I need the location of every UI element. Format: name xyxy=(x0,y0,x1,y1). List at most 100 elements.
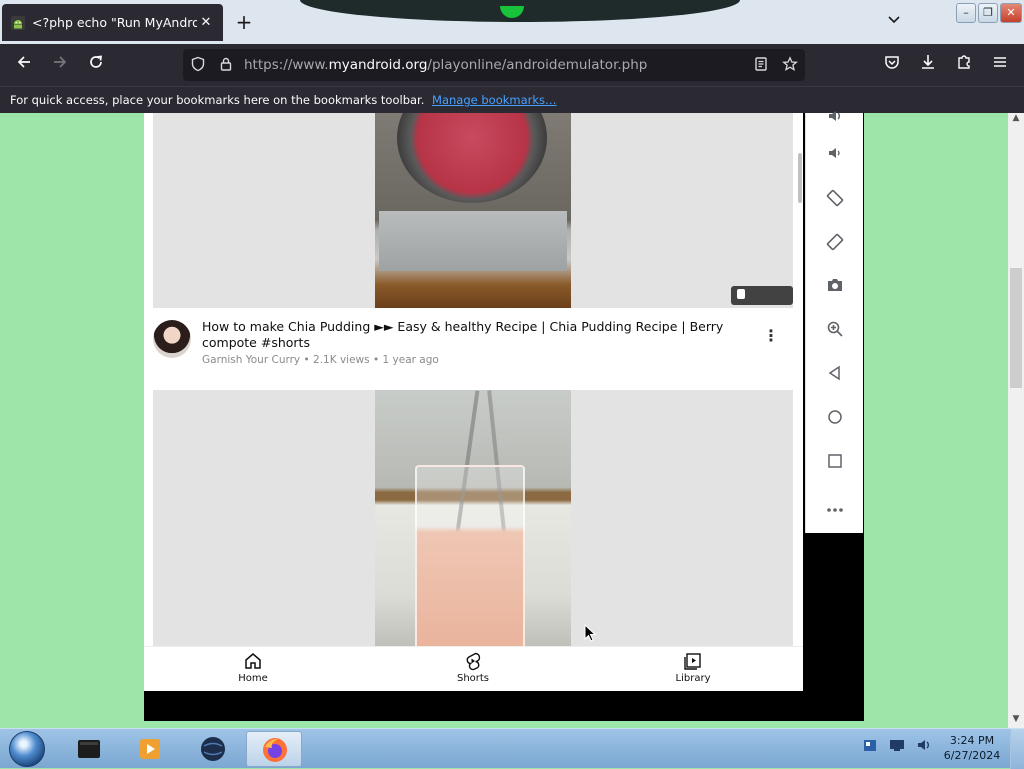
library-icon xyxy=(684,653,701,670)
close-window-button[interactable]: ✕ xyxy=(1000,3,1022,23)
rotate-left-icon[interactable] xyxy=(823,188,847,212)
volume-down-icon[interactable] xyxy=(823,144,847,168)
overview-square-icon[interactable] xyxy=(823,452,847,476)
nav-library[interactable]: Library xyxy=(653,651,733,684)
video-frame-image xyxy=(375,113,571,308)
volume-up-icon[interactable] xyxy=(823,107,847,131)
minimize-window-button[interactable]: – xyxy=(956,3,976,23)
video-subtitle: Garnish Your Curry • 2.1K views • 1 year… xyxy=(202,354,439,366)
nav-home[interactable]: Home xyxy=(213,651,293,684)
shorts-icon xyxy=(466,652,481,671)
start-button[interactable] xyxy=(6,729,48,769)
more-options-icon[interactable]: ⋮ xyxy=(763,325,779,347)
meta-separator: • xyxy=(303,354,310,366)
download-icon xyxy=(922,55,934,69)
list-all-tabs-button[interactable] xyxy=(884,12,904,32)
url-text[interactable]: https://www.myandroid.org/playonline/and… xyxy=(244,57,647,73)
hamburger-menu-icon xyxy=(994,57,1006,67)
meta-separator: • xyxy=(372,354,380,366)
reload-button[interactable] xyxy=(84,53,108,77)
glass-image-part xyxy=(415,465,525,646)
bowl-image-part xyxy=(397,113,547,203)
tray-network-icon[interactable] xyxy=(889,737,905,753)
extensions-button[interactable] xyxy=(952,53,976,77)
scroll-down-icon[interactable]: ▼ xyxy=(1008,714,1024,728)
video-title[interactable]: How to make Chia Pudding ►► Easy & healt… xyxy=(202,319,762,351)
arrow-left-icon xyxy=(17,56,30,68)
shorts-badge: SHORTS xyxy=(731,286,793,320)
bookmark-star-icon[interactable] xyxy=(781,56,799,74)
nav-home-label: Home xyxy=(238,673,268,684)
close-tab-icon[interactable]: ✕ xyxy=(197,15,215,30)
channel-name: Garnish Your Curry xyxy=(202,354,301,366)
rotate-right-icon[interactable] xyxy=(823,232,847,256)
page-scrollbar[interactable]: ▲ ▼ xyxy=(1008,113,1024,728)
clock-time: 3:24 PM xyxy=(949,734,995,747)
bookmarks-toolbar-message: For quick access, place your bookmarks h… xyxy=(10,93,425,107)
chevron-down-icon xyxy=(888,16,900,24)
puzzle-icon xyxy=(958,55,970,69)
emulator-toolbar xyxy=(805,111,863,533)
url-path: /playonline/androidemulator.php xyxy=(427,57,648,73)
tab-title: <?php echo "Run MyAndroid"; xyxy=(32,15,197,30)
scroll-up-icon[interactable]: ▲ xyxy=(1008,113,1024,127)
mouse-cursor-icon xyxy=(584,624,596,642)
back-button[interactable] xyxy=(12,53,36,77)
video-thumbnail[interactable]: SHORTS xyxy=(153,113,793,320)
video-meta[interactable]: How to make Chia Pudding ►► Easy & healt… xyxy=(153,313,793,383)
upload-age: 1 year ago xyxy=(382,354,439,366)
home-icon xyxy=(245,653,261,669)
system-tray xyxy=(862,737,938,761)
globe-icon xyxy=(201,737,225,761)
video-thumbnail[interactable] xyxy=(153,390,793,646)
zoom-icon[interactable] xyxy=(823,320,847,344)
lock-icon[interactable] xyxy=(217,56,235,74)
taskbar-app-2[interactable] xyxy=(122,731,178,767)
emulator-screen[interactable]: SHORTS How to make Chia Pudding ►► Easy … xyxy=(144,113,803,691)
youtube-bottom-nav: Home Shorts Library xyxy=(144,646,803,691)
browser-tab-active[interactable]: <?php echo "Run MyAndroid"; ✕ xyxy=(2,4,223,41)
manage-bookmarks-link[interactable]: Manage bookmarks… xyxy=(432,93,557,107)
camera-icon[interactable] xyxy=(823,276,847,300)
windows-taskbar: 3:24 PM 6/27/2024 xyxy=(0,728,1024,769)
reader-view-icon[interactable] xyxy=(752,56,770,74)
emulator-scroll-indicator xyxy=(798,153,802,203)
pocket-icon xyxy=(885,56,899,69)
nav-library-label: Library xyxy=(675,673,711,684)
app-menu-button[interactable] xyxy=(988,53,1012,77)
taskbar-app-1[interactable] xyxy=(61,731,117,767)
nav-shorts-label: Shorts xyxy=(456,673,490,684)
nav-shorts[interactable]: Shorts xyxy=(433,651,513,684)
channel-avatar[interactable] xyxy=(153,320,191,358)
reload-icon xyxy=(90,55,102,68)
url-prefix: https://www. xyxy=(244,57,329,73)
browser-titlebar: <?php echo "Run MyAndroid"; ✕ + – ❐ ✕ xyxy=(0,0,1024,44)
back-icon[interactable] xyxy=(823,364,847,388)
taskbar-app-firefox[interactable] xyxy=(246,731,302,767)
tray-volume-icon[interactable] xyxy=(916,737,932,753)
show-desktop-button[interactable] xyxy=(1010,729,1024,769)
bookmarks-toolbar: For quick access, place your bookmarks h… xyxy=(0,86,1024,113)
forward-button[interactable] xyxy=(48,53,72,77)
tray-security-icon[interactable] xyxy=(862,737,878,753)
downloads-button[interactable] xyxy=(916,53,940,77)
url-host: myandroid.org xyxy=(328,57,428,73)
android-icon xyxy=(11,15,25,30)
taskbar-clock[interactable]: 3:24 PM 6/27/2024 xyxy=(940,733,1004,763)
emulator-frame: SHORTS How to make Chia Pudding ►► Easy … xyxy=(144,111,864,721)
media-center-icon xyxy=(78,740,100,758)
home-circle-icon[interactable] xyxy=(823,408,847,432)
taskbar-app-3[interactable] xyxy=(185,731,241,767)
address-bar[interactable]: https://www.myandroid.org/playonline/and… xyxy=(183,49,805,81)
stove-image-part xyxy=(379,211,567,271)
pocket-button[interactable] xyxy=(880,53,904,77)
restore-window-button[interactable]: ❐ xyxy=(978,3,998,23)
arrow-right-icon xyxy=(54,56,67,68)
more-icon[interactable] xyxy=(823,496,847,520)
new-tab-button[interactable]: + xyxy=(233,11,255,33)
shorts-badge-icon xyxy=(737,289,745,299)
windows-logo-icon xyxy=(9,731,45,767)
shield-icon[interactable] xyxy=(189,56,207,74)
page-content: SHORTS How to make Chia Pudding ►► Easy … xyxy=(0,111,1008,728)
scrollbar-thumb[interactable] xyxy=(1010,268,1022,388)
